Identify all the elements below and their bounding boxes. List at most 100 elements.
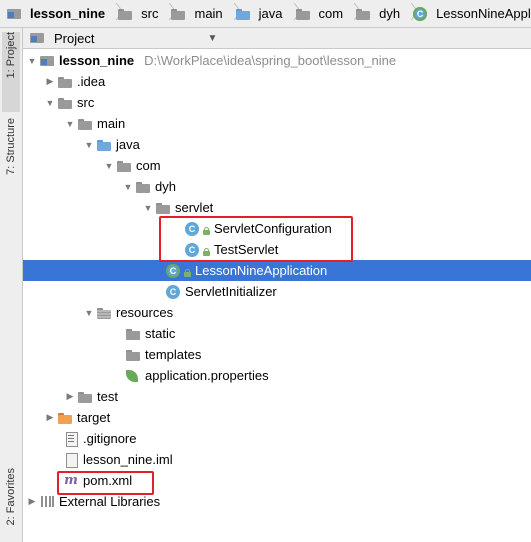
package-icon	[155, 200, 171, 216]
breadcrumb-label: LessonNineApplicatio	[436, 6, 531, 21]
tree-node-label: java	[116, 137, 140, 152]
tree-node-label: External Libraries	[59, 494, 161, 509]
tree-node-src[interactable]: ▼ src	[23, 92, 531, 113]
folder-icon	[117, 6, 133, 22]
tab-project-label: 1: Project	[5, 32, 17, 79]
tab-structure-label: 7: Structure	[5, 118, 17, 175]
tree-node-target[interactable]: ▶ target	[23, 407, 531, 428]
collapse-arrow-icon[interactable]: ▶	[43, 407, 57, 428]
breadcrumb-item-dyh[interactable]: dyh	[349, 0, 402, 27]
tree-node-label: com	[136, 158, 161, 173]
collapse-arrow-icon[interactable]: ▶	[43, 71, 57, 92]
breadcrumb-item-java[interactable]: java	[229, 0, 285, 27]
class-icon: C	[184, 242, 200, 258]
breadcrumb-label: com	[318, 6, 344, 21]
text-file-icon	[63, 431, 79, 447]
tree-node-application-properties[interactable]: application.properties	[23, 365, 531, 386]
spring-leaf-icon	[125, 368, 141, 384]
tree-node-label: lesson_nine	[59, 53, 135, 68]
package-icon	[355, 6, 371, 22]
breadcrumb-item-com[interactable]: com	[289, 0, 346, 27]
expand-arrow-icon[interactable]: ▼	[82, 302, 96, 323]
expand-arrow-icon[interactable]: ▼	[43, 92, 57, 113]
tree-node-servlet-initializer[interactable]: C ServletInitializer	[23, 281, 531, 302]
project-panel-header: Project ▼	[23, 28, 531, 49]
collapse-arrow-icon[interactable]: ▶	[63, 386, 77, 407]
folder-icon	[57, 74, 73, 90]
breadcrumb-label: lesson_nine	[30, 6, 106, 21]
tree-node-label: src	[77, 95, 95, 110]
tree-node-label: static	[145, 326, 176, 341]
tab-structure[interactable]: 7: Structure	[2, 118, 20, 202]
spring-boot-class-icon: C	[165, 263, 181, 279]
package-icon	[116, 158, 132, 174]
lock-icon	[203, 227, 210, 235]
breadcrumb-item-application[interactable]: C LessonNineApplicatio	[406, 0, 531, 27]
folder-icon	[77, 116, 93, 132]
tree-node-external-libraries[interactable]: ▶ External Libraries	[23, 491, 531, 512]
tree-node-idea[interactable]: ▶ .idea	[23, 71, 531, 92]
tree-node-gitignore[interactable]: .gitignore	[23, 428, 531, 449]
tree-node-label: main	[97, 116, 126, 131]
lock-icon	[184, 269, 191, 277]
collapse-arrow-icon[interactable]: ▶	[25, 491, 39, 512]
module-file-icon	[63, 452, 79, 468]
folder-icon	[125, 326, 141, 342]
excluded-folder-icon	[57, 410, 73, 426]
tree-node-label: test	[97, 389, 118, 404]
left-tool-strip: 1: Project 7: Structure 2: Favorites	[0, 28, 23, 542]
tree-node-servlet-configuration[interactable]: C ServletConfiguration	[23, 218, 531, 239]
tree-node-label: dyh	[155, 179, 176, 194]
tree-node-label: templates	[145, 347, 202, 362]
package-icon	[135, 179, 151, 195]
tree-node-servlet[interactable]: ▼ servlet	[23, 197, 531, 218]
breadcrumb-item-src[interactable]: src	[111, 0, 160, 27]
tree-node-label: lesson_nine.iml	[83, 452, 173, 467]
tree-node-label: .gitignore	[83, 431, 137, 446]
breadcrumb-label: dyh	[379, 6, 401, 21]
tree-node-label: servlet	[175, 200, 214, 215]
tab-project[interactable]: 1: Project	[2, 32, 20, 112]
tree-node-templates[interactable]: templates	[23, 344, 531, 365]
breadcrumb-item-lesson-nine[interactable]: lesson_nine	[0, 0, 107, 27]
tab-favorites-label: 2: Favorites	[5, 468, 17, 526]
source-folder-icon	[96, 137, 112, 153]
tab-favorites[interactable]: 2: Favorites	[2, 468, 20, 540]
tree-node-static[interactable]: static	[23, 323, 531, 344]
breadcrumb-label: java	[258, 6, 283, 21]
expand-arrow-icon[interactable]: ▼	[141, 197, 155, 218]
tree-node-com[interactable]: ▼ com	[23, 155, 531, 176]
tree-node-label: pom.xml	[83, 473, 133, 488]
tree-node-iml[interactable]: lesson_nine.iml	[23, 449, 531, 470]
tree-node-dyh[interactable]: ▼ dyh	[23, 176, 531, 197]
tree-node-label: TestServlet	[214, 242, 279, 257]
tree-node-label: ServletInitializer	[185, 284, 277, 299]
expand-arrow-icon[interactable]: ▼	[25, 50, 39, 71]
tree-node-java[interactable]: ▼ java	[23, 134, 531, 155]
tree-node-lesson-nine-application[interactable]: C LessonNineApplication	[23, 260, 531, 281]
project-tree: ▼ lesson_nine D:\WorkPlace\idea\spring_b…	[23, 49, 531, 542]
expand-arrow-icon[interactable]: ▼	[82, 134, 96, 155]
expand-arrow-icon[interactable]: ▼	[102, 155, 116, 176]
folder-icon	[125, 347, 141, 363]
tree-node-test-servlet[interactable]: C TestServlet	[23, 239, 531, 260]
expand-arrow-icon[interactable]: ▼	[121, 176, 135, 197]
module-icon	[39, 53, 55, 69]
tree-node-path: D:\WorkPlace\idea\spring_boot\lesson_nin…	[144, 53, 397, 68]
class-icon: C	[165, 284, 181, 300]
breadcrumb-item-main[interactable]: main	[164, 0, 224, 27]
tree-node-label: target	[77, 410, 111, 425]
package-icon	[295, 6, 311, 22]
tree-node-pom[interactable]: m pom.xml	[23, 470, 531, 491]
view-dropdown-icon[interactable]: ▼	[207, 33, 217, 44]
breadcrumb-label: src	[141, 6, 159, 21]
tree-node-resources[interactable]: ▼ resources	[23, 302, 531, 323]
navigation-breadcrumb: lesson_nine src main java com dyh C Less…	[0, 0, 531, 28]
tree-node-main[interactable]: ▼ main	[23, 113, 531, 134]
tree-node-test[interactable]: ▶ test	[23, 386, 531, 407]
maven-icon: m	[64, 473, 78, 488]
expand-arrow-icon[interactable]: ▼	[63, 113, 77, 134]
breadcrumb-label: main	[194, 6, 223, 21]
project-panel-title[interactable]: Project	[54, 31, 94, 46]
tree-node-root[interactable]: ▼ lesson_nine D:\WorkPlace\idea\spring_b…	[23, 50, 531, 71]
